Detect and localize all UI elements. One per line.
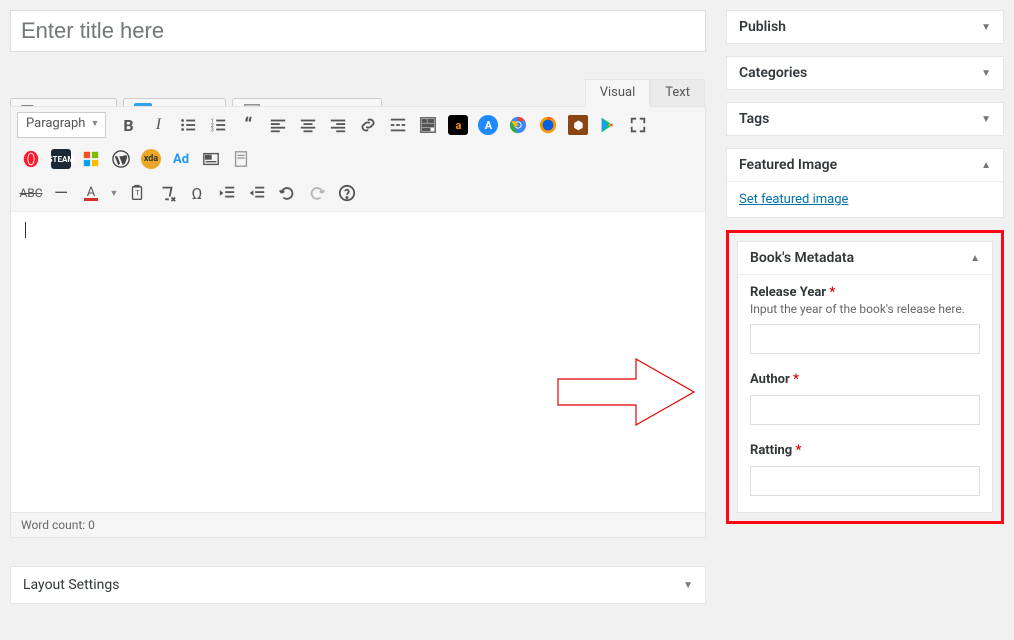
clear-formatting-button[interactable] [153,179,181,207]
outdent-button[interactable] [213,179,241,207]
app-store-icon[interactable]: A [474,111,502,139]
post-title-input[interactable] [10,10,706,52]
arrow-annotation [556,357,696,427]
text-color-button[interactable]: A [77,179,105,207]
chevron-up-icon: ▲ [970,253,980,264]
chevron-up-icon: ▲ [981,160,991,171]
format-dropdown[interactable]: Paragraph ▼ [17,112,106,138]
release-year-label: Release Year * [750,285,835,300]
text-cursor [25,222,26,238]
editor-body[interactable] [11,212,705,512]
redo-button[interactable] [303,179,331,207]
svg-text:3: 3 [211,127,214,133]
layout-settings-panel[interactable]: Layout Settings ▼ [10,566,706,604]
featured-image-panel: Featured Image ▲ Set featured image [726,148,1004,218]
tab-visual[interactable]: Visual [585,79,651,107]
book-metadata-toggle[interactable]: Book's Metadata ▲ [738,242,992,275]
chrome-icon[interactable] [504,111,532,139]
special-char-button[interactable]: Ω [183,179,211,207]
editor-footer: Word count: 0 [11,512,705,537]
rating-input[interactable] [750,466,980,496]
book-metadata-panel: Book's Metadata ▲ Release Year * Input t… [737,241,993,513]
steam-icon[interactable]: STEAM [47,145,75,173]
wordpress-icon[interactable] [107,145,135,173]
fullscreen-button[interactable] [624,111,652,139]
rating-label: Ratting * [750,443,801,458]
publish-panel: Publish ▼ [726,10,1004,44]
italic-button[interactable]: I [144,111,172,139]
content-editor: Visual Text Paragraph ▼ B I 123 “ [10,106,706,538]
toolbar-toggle-button[interactable] [414,111,442,139]
opera-icon[interactable] [17,145,45,173]
align-right-button[interactable] [324,111,352,139]
chevron-down-icon: ▼ [981,22,991,33]
indent-button[interactable] [243,179,271,207]
author-label: Author * [750,372,799,387]
windows-icon[interactable] [77,145,105,173]
align-left-button[interactable] [264,111,292,139]
numbered-list-button[interactable]: 123 [204,111,232,139]
ad-icon[interactable]: Ad [167,145,195,173]
tab-text[interactable]: Text [650,79,705,107]
horizontal-rule-button[interactable]: — [47,179,75,207]
tags-panel: Tags ▼ [726,102,1004,136]
amazon-icon[interactable]: a [444,111,472,139]
strikethrough-button[interactable]: ABC [17,179,45,207]
play-store-icon[interactable] [594,111,622,139]
card-icon[interactable] [197,145,225,173]
read-more-button[interactable] [384,111,412,139]
blockquote-button[interactable]: “ [234,111,262,139]
chevron-down-icon: ▼ [981,114,991,125]
firefox-icon[interactable] [534,111,562,139]
author-input[interactable] [750,395,980,425]
chevron-down-icon: ▼ [91,118,100,129]
release-year-desc: Input the year of the book's release her… [750,302,980,316]
undo-button[interactable] [273,179,301,207]
svg-text:T: T [135,189,140,198]
align-center-button[interactable] [294,111,322,139]
categories-toggle[interactable]: Categories ▼ [727,57,1003,89]
page-icon[interactable] [227,145,255,173]
xda-brown-icon[interactable]: ⬢ [564,111,592,139]
featured-image-toggle[interactable]: Featured Image ▲ [727,149,1003,182]
set-featured-image-link[interactable]: Set featured image [739,192,848,207]
categories-panel: Categories ▼ [726,56,1004,90]
xda-icon[interactable]: xda [137,145,165,173]
chevron-down-icon: ▼ [981,68,991,79]
text-color-caret[interactable]: ▼ [107,179,121,207]
link-button[interactable] [354,111,382,139]
release-year-input[interactable] [750,324,980,354]
bold-button[interactable]: B [114,111,142,139]
paste-text-button[interactable]: T [123,179,151,207]
tags-toggle[interactable]: Tags ▼ [727,103,1003,135]
publish-toggle[interactable]: Publish ▼ [727,11,1003,43]
bullet-list-button[interactable] [174,111,202,139]
help-button[interactable] [333,179,361,207]
metadata-highlight: Book's Metadata ▲ Release Year * Input t… [726,230,1004,524]
editor-toolbar: Paragraph ▼ B I 123 “ a A ⬢ [11,107,705,212]
word-count: Word count: 0 [21,518,95,532]
chevron-down-icon: ▼ [683,580,693,591]
